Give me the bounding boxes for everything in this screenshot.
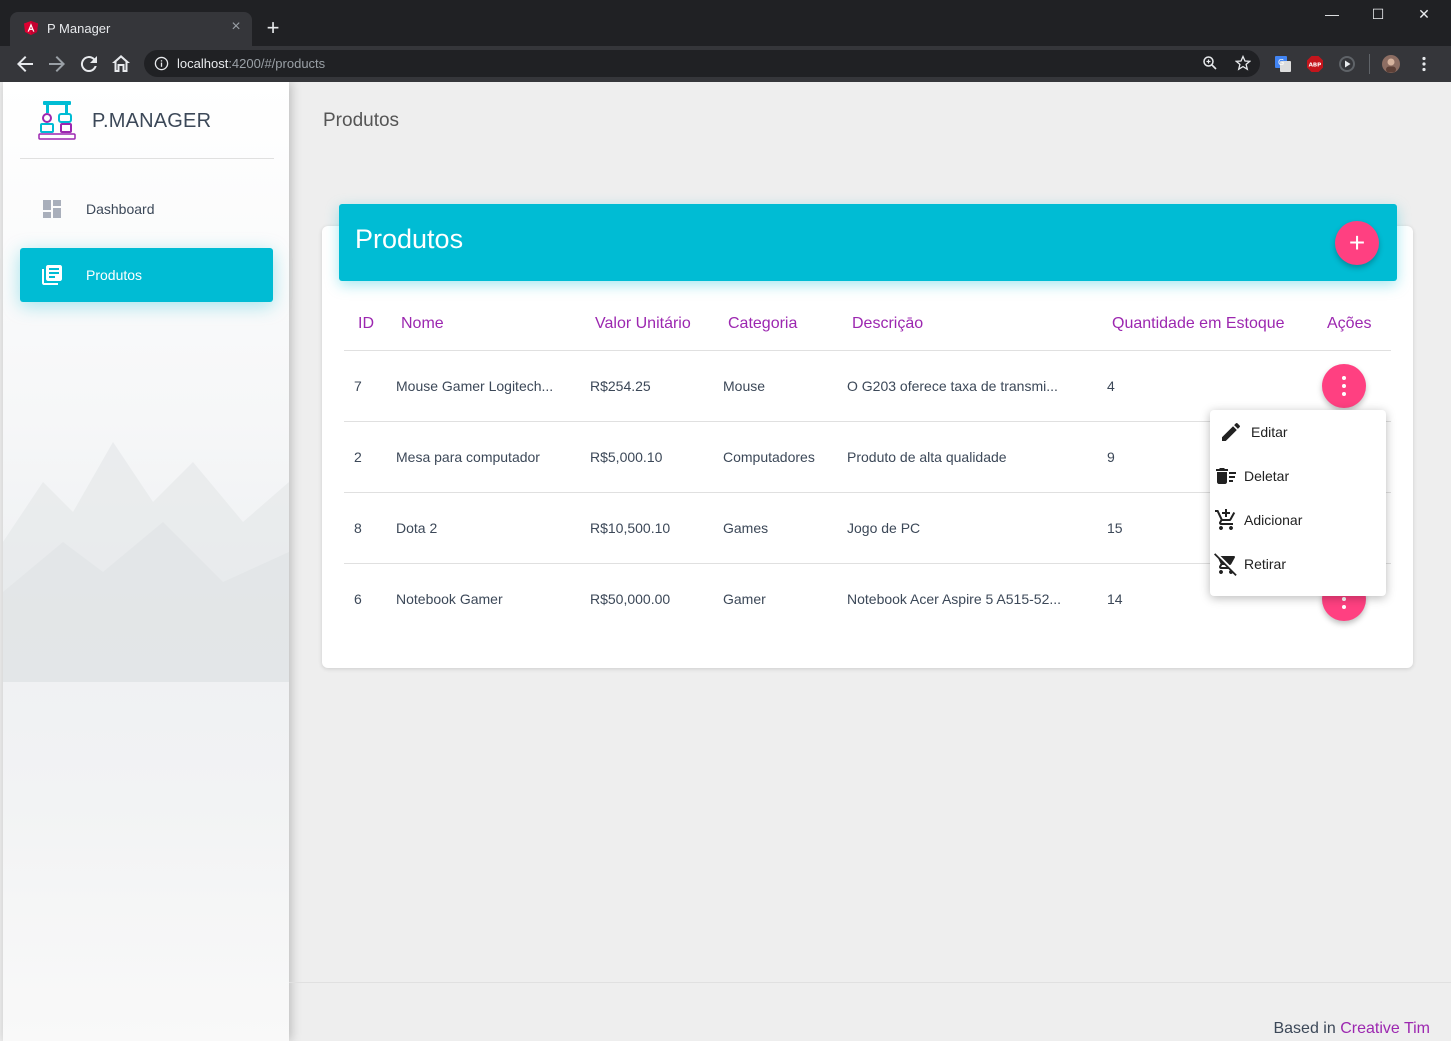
column-header-quantidade: Quantidade em Estoque xyxy=(1112,315,1285,332)
cell-valor: R$50,000.00 xyxy=(590,591,671,607)
menu-item-adicionar[interactable]: Adicionar xyxy=(1210,498,1386,542)
sidebar-item-label: Dashboard xyxy=(86,201,155,217)
cell-categoria: Computadores xyxy=(723,449,815,465)
add-product-button[interactable]: + xyxy=(1335,221,1379,265)
translate-extension-icon[interactable]: G xyxy=(1274,55,1292,73)
card-title: Produtos xyxy=(355,224,464,254)
column-header-descricao: Descriçāo xyxy=(852,315,924,332)
sidebar-divider xyxy=(20,158,274,159)
cell-id: 8 xyxy=(354,520,362,536)
column-header-id: ID xyxy=(358,315,374,332)
browser-menu-icon[interactable] xyxy=(1415,55,1433,73)
new-tab-icon[interactable]: + xyxy=(262,17,284,39)
reload-icon[interactable] xyxy=(77,52,101,76)
sidebar-item-dashboard[interactable]: Dashboard xyxy=(20,182,273,236)
cell-nome: Mouse Gamer Logitech... xyxy=(396,378,554,394)
close-window-icon[interactable]: ✕ xyxy=(1401,0,1447,28)
profile-avatar-icon[interactable] xyxy=(1382,55,1400,73)
svg-text:G: G xyxy=(1278,58,1284,67)
tab-close-icon[interactable]: × xyxy=(228,18,244,36)
row-actions-button[interactable] xyxy=(1322,364,1366,408)
browser-toolbar: localhost:4200/#/products G ABP xyxy=(0,46,1451,82)
browser-tab-strip: P Manager × + — ☐ ✕ xyxy=(0,0,1451,46)
zoom-icon[interactable] xyxy=(1202,55,1218,71)
column-header-acoes: Ações xyxy=(1327,315,1372,332)
column-header-categoria: Categoria xyxy=(728,315,798,332)
cell-nome: Dota 2 xyxy=(396,520,438,536)
cell-categoria: Mouse xyxy=(723,378,766,394)
cell-id: 2 xyxy=(354,449,362,465)
url-text: localhost:4200/#/products xyxy=(177,56,326,71)
sidebar: P.MANAGER Dashboard Produtos xyxy=(3,82,289,1041)
cell-quantidade: 9 xyxy=(1107,449,1115,465)
sidebar-item-produtos[interactable]: Produtos xyxy=(20,248,273,302)
cell-valor: R$5,000.10 xyxy=(590,449,663,465)
column-header-nome: Nome xyxy=(401,315,444,332)
browser-tab[interactable]: P Manager × xyxy=(10,12,252,46)
cell-valor: R$10,500.10 xyxy=(590,520,671,536)
cell-categoria: Gamer xyxy=(723,591,766,607)
footer-text: Based in xyxy=(1273,1020,1341,1037)
home-icon[interactable] xyxy=(109,52,133,76)
pencil-icon xyxy=(1222,422,1241,441)
brand-name: P.MANAGER xyxy=(92,110,212,132)
delete-sweep-icon xyxy=(1216,468,1236,484)
cell-nome: Mesa para computador xyxy=(396,449,540,465)
menu-item-retirar[interactable]: Retirar xyxy=(1210,542,1386,586)
cell-quantidade: 14 xyxy=(1107,591,1123,607)
row-actions-menu: Editar Deletar Adicionar Retirar xyxy=(1210,410,1386,596)
cell-descricao: Notebook Acer Aspire 5 A515-52... xyxy=(847,591,1062,607)
library-books-icon xyxy=(42,265,62,285)
angular-icon xyxy=(24,21,38,35)
logo-icon xyxy=(38,101,76,140)
cell-id: 7 xyxy=(354,378,362,394)
info-icon[interactable] xyxy=(154,56,169,71)
menu-item-label: Editar xyxy=(1251,424,1288,440)
address-bar[interactable]: localhost:4200/#/products xyxy=(144,50,1260,77)
cell-quantidade: 4 xyxy=(1107,378,1115,394)
forward-icon[interactable] xyxy=(45,52,69,76)
creative-tim-link[interactable]: Creative Tim xyxy=(1340,1020,1430,1037)
svg-text:ABP: ABP xyxy=(1309,63,1322,69)
minimize-icon[interactable]: — xyxy=(1309,0,1355,28)
plus-icon: + xyxy=(1348,227,1366,258)
toolbar-separator xyxy=(1369,54,1370,74)
adblock-icon[interactable]: ABP xyxy=(1306,55,1324,73)
menu-item-deletar[interactable]: Deletar xyxy=(1210,454,1386,498)
menu-item-editar[interactable]: Editar xyxy=(1210,410,1386,454)
footer: Based in Creative Tim xyxy=(1273,1020,1430,1038)
play-extension-icon[interactable] xyxy=(1338,55,1356,73)
cell-nome: Notebook Gamer xyxy=(396,591,503,607)
menu-item-label: Retirar xyxy=(1244,556,1287,572)
cart-add-icon xyxy=(1215,509,1236,530)
page-title: Produtos xyxy=(323,110,400,131)
card-header: Produtos + xyxy=(339,204,1397,281)
app-page: P.MANAGER Dashboard Produtos Produtos Pr… xyxy=(0,82,1451,1041)
cell-categoria: Games xyxy=(723,520,769,536)
cell-descricao: O G203 oferece taxa de transmi... xyxy=(847,378,1058,394)
star-icon[interactable] xyxy=(1235,55,1251,71)
header-divider xyxy=(344,350,1391,351)
cart-remove-icon xyxy=(1214,553,1237,576)
cell-id: 6 xyxy=(354,591,362,607)
cell-descricao: Jogo de PC xyxy=(847,520,921,536)
column-header-valor: Valor Unitário xyxy=(595,315,691,332)
cell-descricao: Produto de alta qualidade xyxy=(847,449,1007,465)
footer-divider xyxy=(289,982,1451,983)
menu-item-label: Adicionar xyxy=(1244,512,1303,528)
menu-item-label: Deletar xyxy=(1244,468,1290,484)
cell-valor: R$254.25 xyxy=(590,378,651,394)
cell-quantidade: 15 xyxy=(1107,520,1123,536)
sidebar-item-label: Produtos xyxy=(86,267,143,283)
dashboard-icon xyxy=(43,200,61,218)
tab-title: P Manager xyxy=(47,21,111,36)
mountain-background xyxy=(3,442,289,682)
back-icon[interactable] xyxy=(13,52,37,76)
maximize-icon[interactable]: ☐ xyxy=(1355,0,1401,28)
